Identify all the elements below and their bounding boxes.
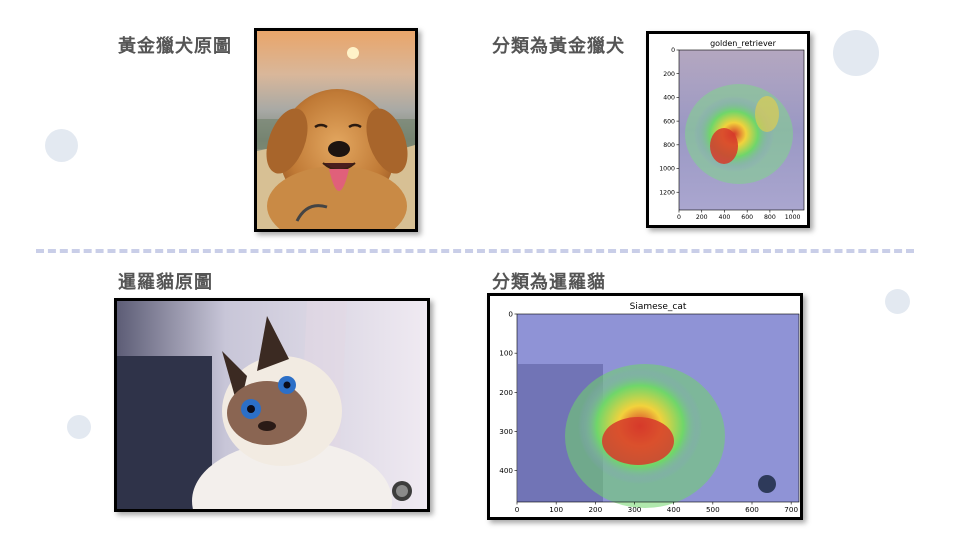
golden-heatmap-y-tick-label: 1200 [659, 189, 675, 196]
section-divider [36, 249, 914, 253]
golden-heatmap-x-tick-label: 0 [677, 214, 681, 221]
siamese-classified-label: 分類為暹羅貓 [492, 272, 606, 293]
siamese-heatmap-x-tick-label: 700 [784, 505, 798, 514]
golden-heatmap-x-tick-label: 200 [696, 214, 708, 221]
golden-heatmap-y-tick-label: 0 [671, 47, 675, 54]
siamese-heatmap-x-tick-label: 300 [628, 505, 642, 514]
siamese-heatmap-x-tick-label: 400 [667, 505, 681, 514]
golden-retriever-heatmap-plot: golden_retriever 0 200 400 600 800 1000 0 200 40… [646, 31, 810, 228]
siamese-heatmap-y-tick-label: 200 [499, 388, 513, 397]
golden-classified-label: 分類為黃金獵犬 [492, 36, 625, 57]
decorative-circle-right-top [833, 30, 879, 76]
siamese-heatmap-x-tick-label: 200 [588, 505, 602, 514]
siamese-heatmap-x-tick-label: 0 [515, 505, 520, 514]
siamese-heatmap-y-tick-label: 0 [508, 310, 513, 319]
siamese-heatmap-area [516, 313, 800, 508]
golden-heatmap-y-tick-label: 200 [663, 71, 675, 78]
golden-heatmap-title: golden_retriever [710, 39, 777, 48]
decorative-circle-right-mid [885, 289, 910, 314]
golden-retriever-photo [254, 28, 418, 232]
golden-heatmap-x-tick-label: 400 [719, 214, 731, 221]
siamese-heatmap-x-tick-label: 600 [745, 505, 759, 514]
siamese-heatmap-title: Siamese_cat [630, 302, 687, 312]
golden-heatmap-area [678, 49, 805, 211]
siamese-cat-heatmap-plot: Siamese_cat 0 100 200 300 400 500 600 700 0 100 20… [487, 293, 803, 520]
siamese-heatmap-x-tick-label: 100 [549, 505, 563, 514]
golden-heatmap-y-tick-label: 800 [663, 142, 675, 149]
siamese-cat-photo [114, 298, 430, 512]
decorative-circle-left-bottom [67, 415, 91, 439]
siamese-heatmap-y-tick-label: 100 [499, 349, 513, 358]
siamese-heatmap-y-tick-label: 400 [499, 466, 513, 475]
decorative-circle-left-top [45, 129, 78, 162]
golden-heatmap-y-tick-label: 1000 [659, 166, 675, 173]
golden-heatmap-x-tick-label: 600 [741, 214, 753, 221]
golden-heatmap-x-tick-label: 1000 [785, 214, 801, 221]
golden-heatmap-y-tick-label: 600 [663, 118, 675, 125]
siamese-original-label: 暹羅貓原圖 [118, 272, 213, 293]
siamese-heatmap-y-tick-label: 300 [499, 427, 513, 436]
siamese-heatmap-x-tick-label: 500 [706, 505, 720, 514]
golden-heatmap-x-tick-label: 800 [764, 214, 776, 221]
golden-heatmap-y-tick-label: 400 [663, 95, 675, 102]
golden-original-label: 黃金獵犬原圖 [118, 36, 232, 57]
